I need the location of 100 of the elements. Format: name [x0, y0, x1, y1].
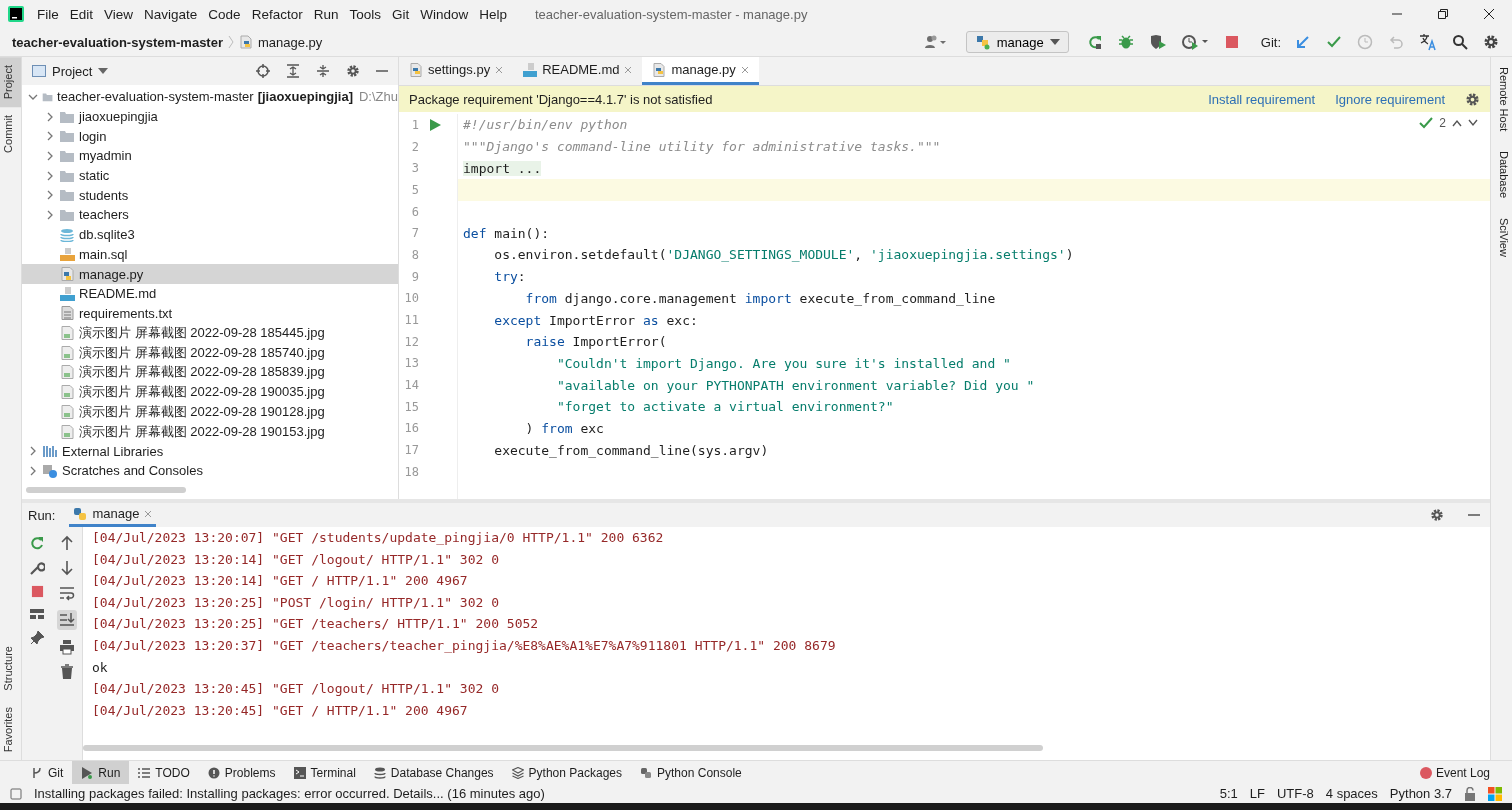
settings-icon[interactable] — [346, 64, 360, 78]
tool-window-tab[interactable]: Project — [0, 57, 21, 108]
tool-window-tab[interactable]: TODO — [129, 761, 199, 784]
tree-item[interactable]: 演示图片 屏幕截图 2022-09-28 185740.jpg — [22, 342, 398, 363]
arrow-down-left-icon[interactable] — [1295, 34, 1311, 50]
tree-item[interactable]: Scratches and Consoles — [22, 461, 398, 481]
settings-icon[interactable] — [1465, 91, 1480, 107]
status-item[interactable]: LF — [1249, 786, 1265, 801]
tree-item[interactable]: 演示图片 屏幕截图 2022-09-28 190035.jpg — [22, 382, 398, 402]
status-item[interactable]: 4 spaces — [1325, 786, 1378, 801]
tree-item[interactable]: myadmin — [22, 146, 398, 166]
windows-logo-icon[interactable] — [1488, 786, 1502, 801]
menu-item[interactable]: Window — [417, 6, 477, 22]
stop-icon[interactable] — [30, 585, 44, 598]
tree-item[interactable]: main.sql — [22, 244, 398, 265]
tree-item[interactable]: 演示图片 屏幕截图 2022-09-28 190128.jpg — [22, 402, 398, 422]
rerun-icon[interactable] — [29, 535, 45, 551]
tree-item[interactable]: login — [22, 126, 398, 147]
tool-window-tab[interactable]: Database — [1491, 141, 1512, 209]
menu-item[interactable]: Navigate — [141, 6, 206, 22]
tool-window-tab[interactable]: Favorites — [0, 698, 21, 760]
tree-item[interactable]: 演示图片 屏幕截图 2022-09-28 185839.jpg — [22, 362, 398, 383]
layout-icon[interactable] — [29, 607, 45, 621]
checkmark-icon[interactable] — [1326, 34, 1342, 50]
run-configuration-dropdown[interactable]: manage — [965, 31, 1069, 53]
event-log-tab[interactable]: Event Log — [1419, 765, 1512, 780]
tree-item[interactable]: External Libraries — [22, 441, 398, 462]
menu-item[interactable]: Tools — [346, 6, 389, 22]
status-message[interactable]: Installing packages failed: Installing packages: error occurred. Details... (16 minutes ago) — [34, 786, 545, 801]
shield-play-icon[interactable] — [1148, 34, 1167, 50]
expand-all-icon[interactable] — [286, 64, 300, 78]
wrench-icon[interactable] — [29, 560, 45, 576]
chevron-right-icon[interactable] — [28, 465, 38, 476]
collapse-all-icon[interactable] — [316, 64, 330, 78]
chevron-right-icon[interactable] — [45, 150, 55, 161]
tool-window-tab[interactable]: Python Packages — [502, 761, 631, 784]
stop-icon[interactable] — [1224, 35, 1239, 49]
panel-title[interactable]: Project — [52, 63, 93, 79]
tree-item[interactable]: teachers — [22, 205, 398, 225]
close-icon[interactable] — [1483, 8, 1495, 20]
tree-item[interactable]: db.sqlite3 — [22, 224, 398, 245]
settings-icon[interactable] — [1430, 508, 1444, 522]
chevron-right-icon[interactable] — [45, 111, 55, 122]
arrow-down-icon[interactable] — [60, 560, 74, 576]
tree-item[interactable]: 演示图片 屏幕截图 2022-09-28 185445.jpg — [22, 323, 398, 343]
chevron-up-icon[interactable] — [1452, 119, 1462, 127]
chevron-right-icon[interactable] — [45, 209, 55, 220]
tool-window-tab[interactable]: Database Changes — [364, 761, 503, 784]
menu-item[interactable]: Git — [388, 6, 418, 22]
menu-item[interactable]: Help — [476, 6, 515, 22]
tree-item[interactable]: requirements.txt — [22, 303, 398, 324]
menu-item[interactable]: Code — [205, 6, 249, 22]
tool-window-tab[interactable]: Remote Host — [1491, 57, 1512, 142]
tool-window-tab[interactable]: Git — [22, 761, 73, 784]
chevron-right-icon[interactable] — [45, 170, 55, 181]
tree-item[interactable]: jiaoxuepingjia — [22, 106, 398, 127]
tool-window-tab[interactable]: Run — [72, 761, 130, 784]
tree-item[interactable]: README.md — [22, 283, 398, 304]
restore-icon[interactable] — [1437, 8, 1449, 20]
menu-item[interactable]: Edit — [66, 6, 102, 22]
tree-item[interactable]: static — [22, 165, 398, 186]
soft-wrap-icon[interactable] — [59, 585, 75, 601]
editor-tab[interactable]: README.md — [513, 57, 643, 85]
editor-tab[interactable]: settings.py — [399, 57, 514, 85]
chevron-right-icon[interactable] — [45, 131, 55, 142]
tool-window-tab[interactable]: SciView — [1491, 208, 1512, 268]
chevron-down-icon[interactable] — [1468, 119, 1478, 127]
search-icon[interactable] — [1452, 34, 1468, 50]
banner-link[interactable]: Ignore requirement — [1335, 91, 1445, 107]
tool-window-tab[interactable]: Structure — [0, 638, 21, 699]
inspection-count[interactable]: 2 — [1439, 116, 1446, 130]
square-icon[interactable] — [10, 787, 22, 800]
status-item[interactable]: UTF-8 — [1276, 786, 1314, 801]
menu-item[interactable]: File — [34, 6, 67, 22]
status-item[interactable]: Python 3.7 — [1389, 786, 1452, 801]
status-item[interactable]: 5:1 — [1219, 786, 1238, 801]
users-icon[interactable] — [923, 34, 948, 50]
breadcrumb-item[interactable]: teacher-evaluation-system-master — [12, 34, 223, 50]
print-icon[interactable] — [59, 639, 75, 655]
tree-item[interactable]: students — [22, 185, 398, 206]
tool-window-tab[interactable]: Terminal — [284, 761, 365, 784]
trash-icon[interactable] — [60, 664, 74, 680]
chevron-right-icon[interactable] — [28, 446, 38, 457]
menu-item[interactable]: View — [101, 6, 142, 22]
bug-icon[interactable] — [1117, 34, 1134, 50]
tool-window-tab[interactable]: Python Console — [631, 761, 751, 784]
editor-tab[interactable]: manage.py — [642, 57, 759, 85]
tree-item[interactable]: teacher-evaluation-system-master [jiaoxuepingjia] D:\Zhu — [22, 87, 398, 107]
menu-item[interactable]: Run — [310, 6, 347, 22]
rerun-icon[interactable] — [1086, 34, 1103, 50]
caret-icon[interactable] — [98, 68, 109, 74]
run-arrow-icon[interactable] — [429, 118, 441, 131]
checkmark-icon[interactable] — [1419, 117, 1434, 129]
banner-link[interactable]: Install requirement — [1208, 91, 1316, 107]
scroll-to-end-icon[interactable] — [57, 610, 77, 630]
arrow-up-icon[interactable] — [60, 535, 74, 551]
tool-window-tab[interactable]: Problems — [198, 761, 285, 784]
tool-window-tab[interactable]: Commit — [0, 107, 21, 162]
clock-play-icon[interactable] — [1181, 34, 1210, 50]
breadcrumb-item[interactable]: manage.py — [258, 34, 323, 50]
